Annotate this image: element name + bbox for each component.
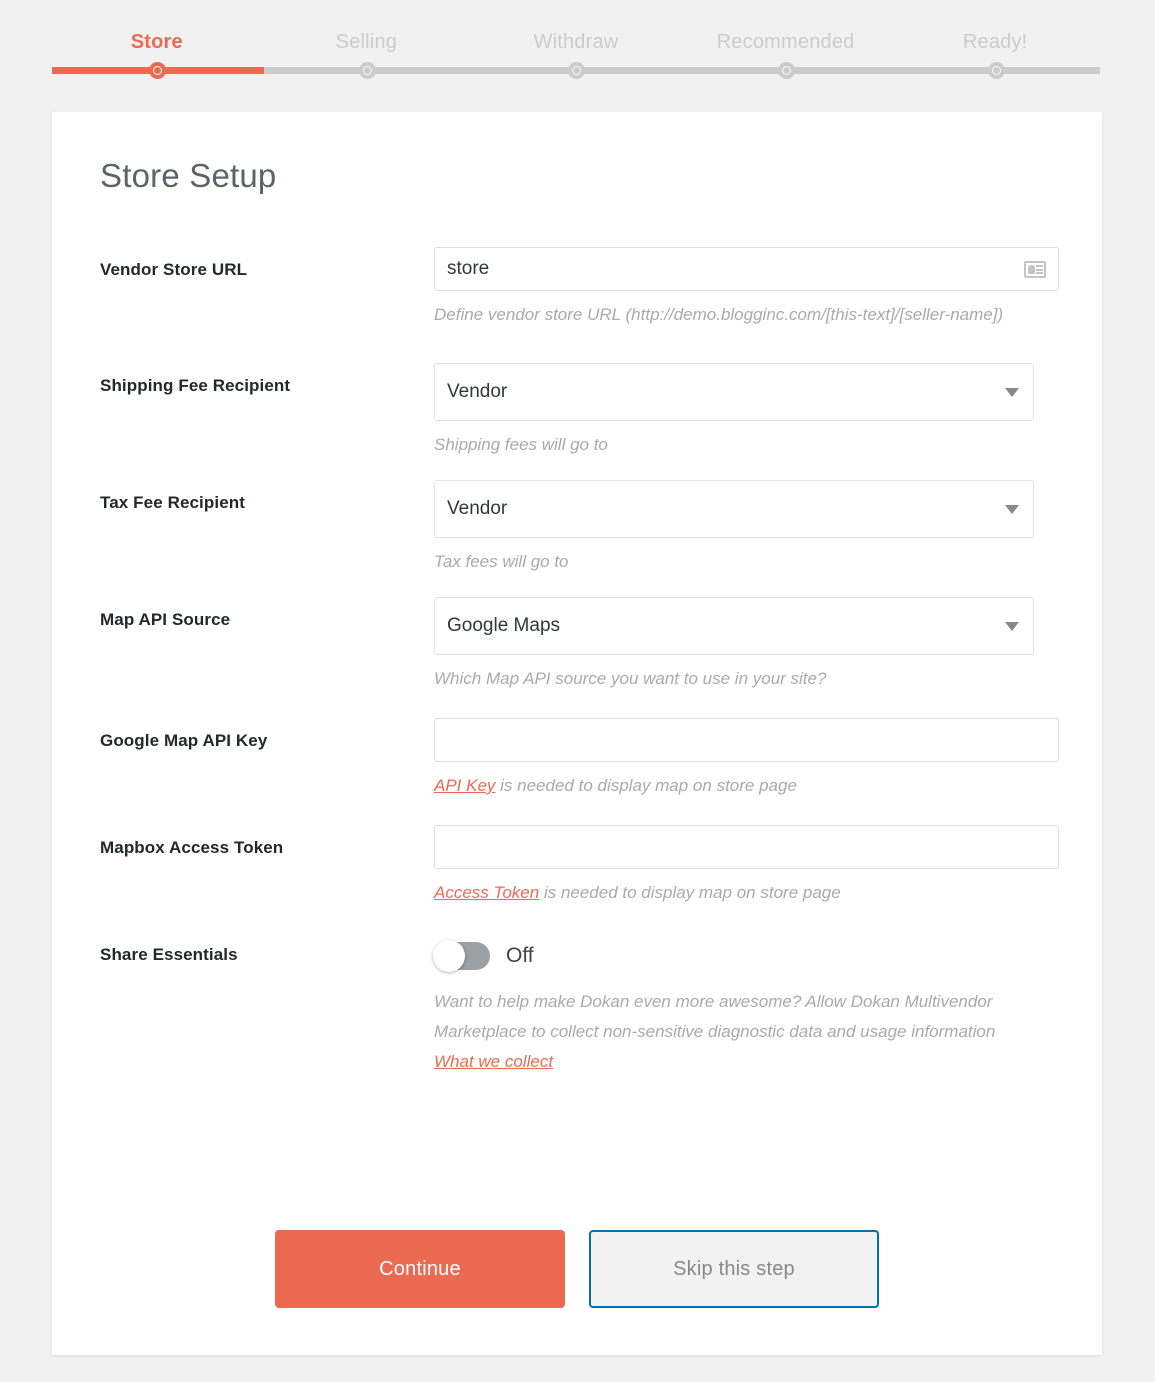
desc-vendor-store-url: Define vendor store URL (http://demo.blo… bbox=[434, 305, 1004, 324]
label-tax-fee-recipient: Tax Fee Recipient bbox=[100, 493, 245, 512]
field-mapbox-access-token: Access Token is needed to display map on… bbox=[434, 825, 1104, 908]
google-map-api-key-input[interactable] bbox=[434, 718, 1059, 762]
share-essentials-toggle-wrap: Off bbox=[433, 934, 1057, 978]
stepper-step-selling[interactable]: Selling bbox=[262, 22, 472, 62]
stepper-dot-inner bbox=[782, 67, 790, 74]
desc-google-map-api-key: API Key is needed to display map on stor… bbox=[434, 771, 1034, 801]
field-row-mapbox-access-token: Mapbox Access Token Access Token is need… bbox=[52, 825, 1102, 908]
field-google-map-api-key: API Key is needed to display map on stor… bbox=[434, 718, 1104, 801]
chevron-down-icon bbox=[1005, 622, 1019, 631]
label-google-map-api-key: Google Map API Key bbox=[100, 731, 268, 750]
share-essentials-toggle[interactable] bbox=[433, 940, 490, 972]
desc-google-map-api-key-rest: is needed to display map on store page bbox=[495, 776, 797, 795]
desc-mapbox-access-token-rest: is needed to display map on store page bbox=[539, 883, 841, 902]
chevron-down-icon bbox=[1005, 388, 1019, 397]
skip-this-step-button[interactable]: Skip this step bbox=[589, 1230, 879, 1308]
field-row-tax-fee-recipient: Tax Fee Recipient Vendor Tax fees will g… bbox=[52, 480, 1102, 577]
field-shipping-fee-recipient: Vendor Shipping fees will go to bbox=[434, 363, 1102, 460]
store-setup-form: Vendor Store URL store Define vendor sto… bbox=[52, 247, 1102, 1077]
store-setup-card: Store Setup Vendor Store URL store Defin… bbox=[52, 112, 1102, 1355]
label-share-essentials: Share Essentials bbox=[100, 945, 238, 964]
stepper-dot-store[interactable] bbox=[148, 62, 166, 79]
chevron-down-icon bbox=[1005, 505, 1019, 514]
field-row-map-api-source: Map API Source Google Maps Which Map API… bbox=[52, 597, 1102, 694]
field-map-api-source: Google Maps Which Map API source you wan… bbox=[434, 597, 1102, 694]
stepper-dot-inner bbox=[992, 67, 1000, 74]
map-api-source-value: Google Maps bbox=[447, 615, 561, 636]
stepper-dot-inner bbox=[572, 67, 580, 74]
stepper-step-withdraw[interactable]: Withdraw bbox=[471, 22, 681, 62]
label-mapbox-access-token: Mapbox Access Token bbox=[100, 838, 284, 857]
stepper-step-store[interactable]: Store bbox=[52, 22, 262, 62]
id-card-icon[interactable] bbox=[1024, 260, 1046, 278]
stepper-dot-inner bbox=[363, 67, 371, 74]
field-vendor-store-url: store Define vendor store URL (http://de… bbox=[434, 247, 1104, 330]
form-actions: Continue Skip this step bbox=[52, 1230, 1102, 1308]
page-title: Store Setup bbox=[100, 157, 277, 194]
shipping-fee-recipient-value: Vendor bbox=[447, 381, 508, 402]
what-we-collect-link[interactable]: What we collect bbox=[434, 1052, 553, 1071]
mapbox-access-token-input[interactable] bbox=[434, 825, 1059, 869]
desc-tax-fee-recipient: Tax fees will go to bbox=[434, 552, 569, 571]
tax-fee-recipient-value: Vendor bbox=[447, 498, 508, 519]
stepper-labels: Store Selling Withdraw Recommended Ready… bbox=[52, 22, 1100, 62]
setup-wizard-stepper: Store Selling Withdraw Recommended Ready… bbox=[0, 0, 1155, 100]
map-api-source-select[interactable]: Google Maps bbox=[434, 597, 1034, 655]
access-token-link[interactable]: Access Token bbox=[434, 883, 539, 902]
stepper-step-ready[interactable]: Ready! bbox=[890, 22, 1100, 62]
share-essentials-toggle-state: Off bbox=[506, 944, 534, 967]
stepper-step-recommended[interactable]: Recommended bbox=[681, 22, 891, 62]
stepper-dot-ready[interactable] bbox=[987, 62, 1005, 79]
desc-share-essentials-text: Want to help make Dokan even more awesom… bbox=[434, 992, 996, 1041]
label-map-api-source: Map API Source bbox=[100, 610, 231, 629]
desc-mapbox-access-token: Access Token is needed to display map on… bbox=[434, 878, 1034, 908]
api-key-link[interactable]: API Key bbox=[434, 776, 495, 795]
tax-fee-recipient-select[interactable]: Vendor bbox=[434, 480, 1034, 538]
stepper-dot-recommended[interactable] bbox=[777, 62, 795, 79]
label-vendor-store-url: Vendor Store URL bbox=[100, 260, 248, 279]
stepper-dot-withdraw[interactable] bbox=[567, 62, 585, 79]
field-row-share-essentials: Share Essentials Off Want to help make D… bbox=[52, 932, 1102, 1077]
continue-button[interactable]: Continue bbox=[275, 1230, 565, 1308]
field-row-vendor-store-url: Vendor Store URL store Define vendor sto… bbox=[52, 247, 1102, 330]
vendor-store-url-input[interactable]: store bbox=[434, 247, 1059, 291]
desc-shipping-fee-recipient: Shipping fees will go to bbox=[434, 435, 608, 454]
shipping-fee-recipient-select[interactable]: Vendor bbox=[434, 363, 1034, 421]
field-tax-fee-recipient: Vendor Tax fees will go to bbox=[434, 480, 1102, 577]
field-row-shipping-fee-recipient: Shipping Fee Recipient Vendor Shipping f… bbox=[52, 363, 1102, 460]
field-share-essentials: Off Want to help make Dokan even more aw… bbox=[433, 932, 1102, 1077]
toggle-knob bbox=[433, 940, 465, 972]
label-shipping-fee-recipient: Shipping Fee Recipient bbox=[100, 376, 291, 395]
field-row-google-map-api-key: Google Map API Key API Key is needed to … bbox=[52, 718, 1102, 801]
desc-share-essentials: Want to help make Dokan even more awesom… bbox=[434, 987, 1024, 1077]
stepper-dot-selling[interactable] bbox=[358, 62, 376, 79]
stepper-dot-inner bbox=[153, 67, 161, 74]
vendor-store-url-value: store bbox=[447, 258, 490, 279]
desc-map-api-source: Which Map API source you want to use in … bbox=[434, 669, 827, 688]
